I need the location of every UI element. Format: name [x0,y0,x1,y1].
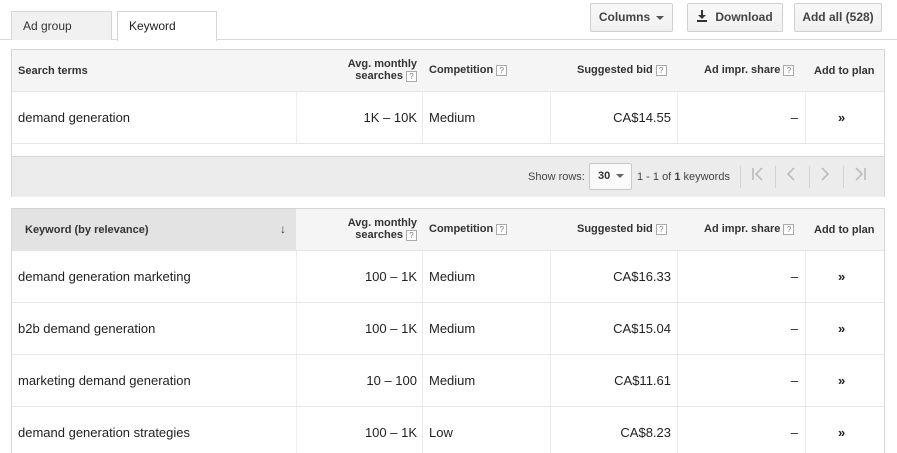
add-all-button[interactable]: Add all (528) [794,3,882,32]
table-row: b2b demand generation 100 – 1K Medium CA… [12,303,884,355]
add-to-plan-icon[interactable]: » [838,251,845,303]
competition-cell: Medium [429,373,476,388]
add-to-plan-icon[interactable]: » [838,407,845,453]
last-page-icon[interactable] [847,165,873,189]
chevron-down-icon [616,174,625,179]
previous-page-icon[interactable] [778,165,804,189]
page-range-prefix: 1 - 1 of [637,171,672,183]
competition-cell: Medium [429,321,476,336]
keyword-cell: demand generation strategies [18,425,191,440]
searches-cell: 100 – 1K [364,425,417,440]
header-bid-label: Suggested bid [577,223,653,235]
header-searches-line2: searches [355,70,403,82]
searches-cell: 100 – 1K [364,321,417,336]
rows-per-page-select[interactable]: 30 [589,163,632,190]
keyword-ideas-table: Keyword (by relevance) ↓ Avg. monthly se… [11,208,885,453]
help-icon[interactable]: ? [655,64,667,76]
first-page-icon[interactable] [745,165,771,189]
page-range-unit: keywords [683,171,730,183]
impr-share-cell: – [790,321,798,336]
header-searches-line1: Avg. monthly [347,217,417,229]
searches-cell: 10 – 100 [366,373,417,388]
show-rows-label: Show rows: [528,171,585,183]
rows-per-page-value: 30 [598,170,611,182]
impr-share-cell: – [790,373,798,388]
header-avg-monthly-searches[interactable]: Avg. monthly searches? [312,58,417,82]
page-range-count: 1 [674,171,681,183]
table-row: demand generation strategies 100 – 1K Lo… [12,407,884,453]
columns-button[interactable]: Columns [590,3,673,32]
header-add-to-plan: Add to plan [814,65,875,77]
bid-cell[interactable]: CA$14.55 [557,92,671,144]
header-add-to-plan: Add to plan [814,224,875,236]
help-icon[interactable]: ? [783,64,795,76]
columns-label: Columns [598,10,651,24]
header-ad-impr-share[interactable]: Ad impr. share? [704,64,795,76]
impr-share-cell: – [790,425,798,440]
search-terms-table: Search terms Avg. monthly searches? Comp… [11,49,885,157]
help-icon[interactable]: ? [406,70,417,82]
table-row: demand generation marketing 100 – 1K Med… [12,251,884,303]
keyword-cell: b2b demand generation [18,321,156,336]
header-searches-line2: searches [355,229,403,241]
header-searches-line1: Avg. monthly [347,58,417,70]
help-icon[interactable]: ? [406,229,417,241]
table-row: marketing demand generation 10 – 100 Med… [12,355,884,407]
download-icon [697,10,708,23]
table-header: Search terms Avg. monthly searches? Comp… [12,50,884,92]
page-range-text: 1 - 1 of 1 keywords [637,171,730,183]
competition-cell: Medium [429,110,476,125]
competition-cell: Medium [429,269,476,284]
help-icon[interactable]: ? [783,223,795,235]
chevron-down-icon [656,15,665,20]
add-to-plan-icon[interactable]: » [838,303,845,355]
keyword-cell: demand generation marketing [18,269,191,284]
bid-cell[interactable]: CA$16.33 [557,251,671,303]
header-impr-label: Ad impr. share [704,64,781,76]
tab-keyword-ideas[interactable]: Keyword ideas [117,11,217,61]
next-page-icon[interactable] [812,165,838,189]
header-suggested-bid[interactable]: Suggested bid? [577,223,667,235]
download-button[interactable]: Download [687,3,783,32]
header-competition[interactable]: Competition? [429,223,508,235]
keyword-cell: marketing demand generation [18,373,191,388]
header-competition-label: Competition [429,223,494,235]
help-icon[interactable]: ? [496,64,508,76]
help-icon[interactable]: ? [496,223,508,235]
header-impr-label: Ad impr. share [704,223,781,235]
table-row: demand generation 1K – 10K Medium CA$14.… [12,92,884,144]
impr-share-cell: – [790,110,798,125]
header-ad-impr-share[interactable]: Ad impr. share? [704,223,795,235]
bid-cell[interactable]: CA$15.04 [557,303,671,355]
header-search-terms[interactable]: Search terms [18,65,88,77]
keyword-cell: demand generation [18,110,131,125]
table-header: Keyword (by relevance) ↓ Avg. monthly se… [12,209,884,251]
header-competition[interactable]: Competition? [429,64,508,76]
bid-cell[interactable]: CA$8.23 [557,407,671,453]
competition-cell: Low [429,425,453,440]
tab-ad-group-ideas[interactable]: Ad group ideas [11,11,112,61]
bid-cell[interactable]: CA$11.61 [557,355,671,407]
header-suggested-bid[interactable]: Suggested bid? [577,64,667,76]
add-to-plan-icon[interactable]: » [838,355,845,407]
impr-share-cell: – [790,269,798,284]
header-bid-label: Suggested bid [577,64,653,76]
top-toolbar: Ad group ideas Keyword ideas Columns Dow… [0,0,897,61]
pagination-bar: Show rows: 30 1 - 1 of 1 keywords [11,157,885,197]
header-keyword-by-relevance[interactable]: Keyword (by relevance) [25,224,149,236]
header-competition-label: Competition [429,64,494,76]
header-avg-monthly-searches[interactable]: Avg. monthly searches? [312,217,417,241]
add-to-plan-icon[interactable]: » [838,92,845,144]
download-label: Download [715,10,773,24]
searches-cell: 1K – 10K [363,110,418,125]
help-icon[interactable]: ? [655,223,667,235]
sort-down-icon[interactable]: ↓ [280,222,286,236]
searches-cell: 100 – 1K [364,269,417,284]
